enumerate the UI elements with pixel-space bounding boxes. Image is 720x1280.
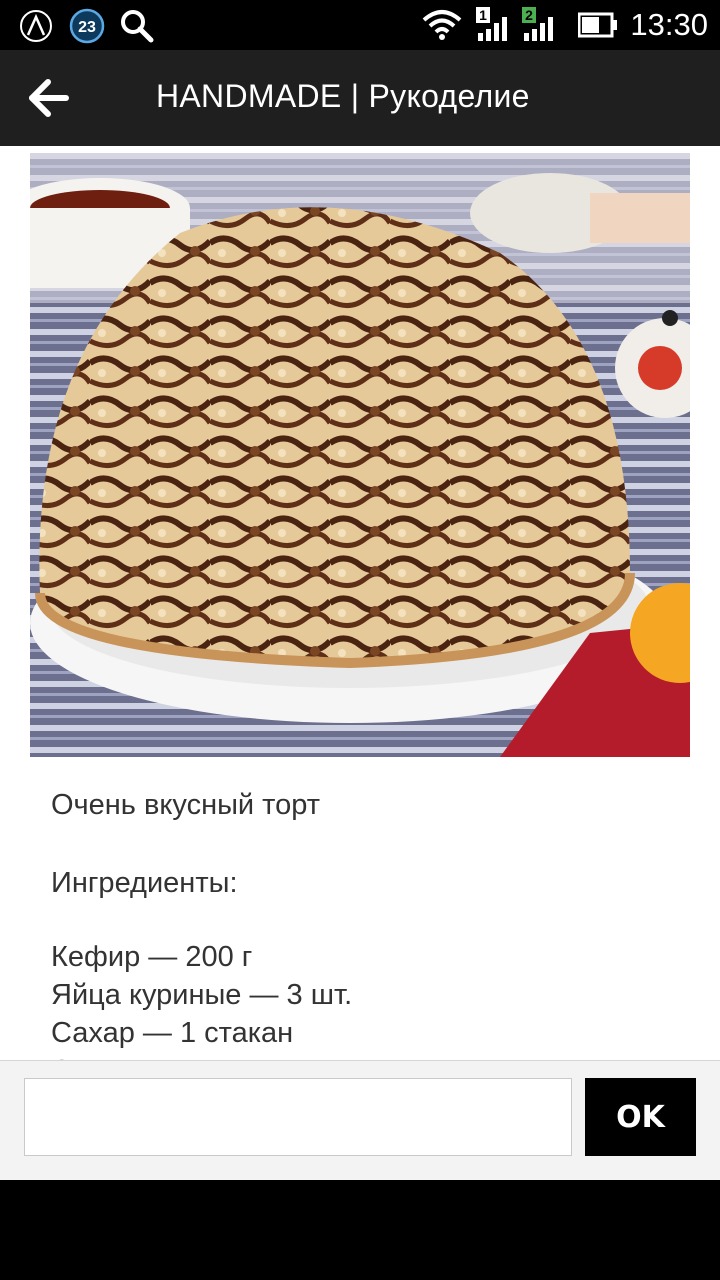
status-time: 13:30 <box>630 7 708 42</box>
battery-icon <box>578 12 618 38</box>
sim2-label: 2 <box>526 7 534 23</box>
cake-photo <box>30 153 690 757</box>
ingredient-line: Кефир — 200 г <box>51 941 253 973</box>
arrow-left-icon[interactable] <box>28 78 70 118</box>
post-content: Очень вкусный торт Ингредиенты: Кефир — … <box>0 146 720 1060</box>
signal-icon: 1 2 <box>476 7 554 41</box>
ingredients-heading: Ингредиенты: <box>51 867 238 899</box>
page-title: HANDMADE | Рукоделие <box>156 78 530 114</box>
ingredient-line: Сахар — 1 стакан <box>51 1017 294 1049</box>
search-icon <box>121 10 154 43</box>
ok-button[interactable]: OK <box>585 1078 696 1156</box>
wifi-icon <box>423 10 462 40</box>
ingredient-line: Сода — 1 <box>51 1052 691 1060</box>
app-bar: HANDMADE | Рукоделие <box>0 50 720 146</box>
comment-bar: OK <box>0 1060 720 1180</box>
sim1-label: 1 <box>480 7 488 23</box>
post-title: Очень вкусный торт <box>51 789 321 821</box>
badge-count: 23 <box>78 19 96 36</box>
comment-input[interactable] <box>24 1078 572 1156</box>
navigation-area <box>0 1180 720 1280</box>
badge-icon: 23 <box>69 8 105 44</box>
post-text: Очень вкусный торт Ингредиенты: Кефир — … <box>51 786 691 1060</box>
ingredient-line: Яйца куриные — 3 шт. <box>51 979 353 1011</box>
status-bar: 23 1 2 13:30 <box>0 0 720 50</box>
launcher-icon <box>20 10 52 42</box>
